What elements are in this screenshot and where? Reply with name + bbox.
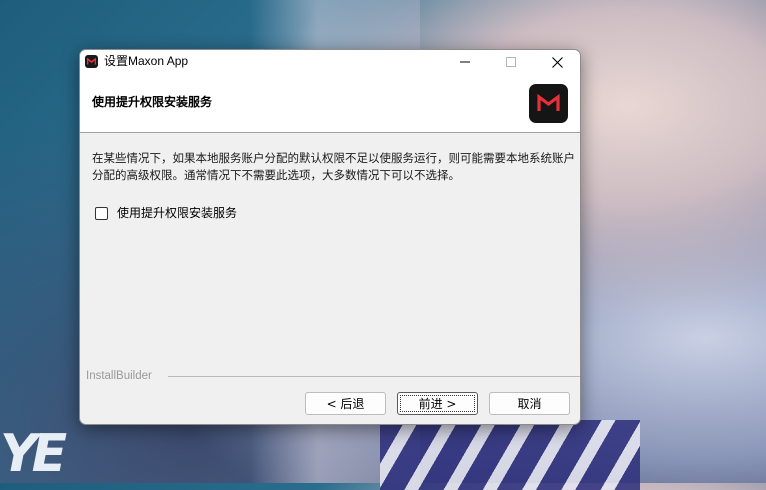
maxon-logo-icon xyxy=(85,55,98,68)
title-bar[interactable]: 设置Maxon App xyxy=(80,50,580,74)
wizard-header: 使用提升权限安装服务 xyxy=(80,74,580,133)
elevated-privileges-checkbox[interactable] xyxy=(95,206,108,220)
checkbox-label[interactable]: 使用提升权限安装服务 xyxy=(117,205,237,221)
minimize-button[interactable] xyxy=(442,50,488,74)
installbuilder-brand: InstallBuilder xyxy=(86,370,152,382)
elevated-privileges-option[interactable]: 使用提升权限安装服务 xyxy=(95,205,237,221)
back-button[interactable]: < 后退 xyxy=(305,392,386,415)
maximize-icon xyxy=(506,57,516,67)
page-title: 使用提升权限安装服务 xyxy=(92,95,213,109)
maximize-button[interactable] xyxy=(488,50,534,74)
window-title: 设置Maxon App xyxy=(104,54,189,68)
back-button-label: < 后退 xyxy=(326,397,365,411)
next-button-label: 前进 > xyxy=(418,397,457,411)
cancel-button-label: 取消 xyxy=(517,397,542,411)
description-text: 在某些情况下，如果本地服务账户分配的默认权限不足以使服务运行，则可能需要本地系统… xyxy=(92,151,575,182)
close-icon xyxy=(551,56,563,68)
installer-window: 设置Maxon App 使用提升权限安装服务 在某些情况下，如果本地服务账户分配… xyxy=(79,49,581,425)
next-button[interactable]: 前进 > xyxy=(397,392,478,415)
close-button[interactable] xyxy=(534,50,580,74)
cancel-button[interactable]: 取消 xyxy=(489,392,570,415)
wallpaper-logo-mark: YE xyxy=(0,424,67,484)
footer-divider xyxy=(168,376,580,377)
wallpaper-stripe xyxy=(380,420,640,490)
maxon-logo-icon xyxy=(529,84,568,123)
minimize-icon xyxy=(460,61,470,63)
